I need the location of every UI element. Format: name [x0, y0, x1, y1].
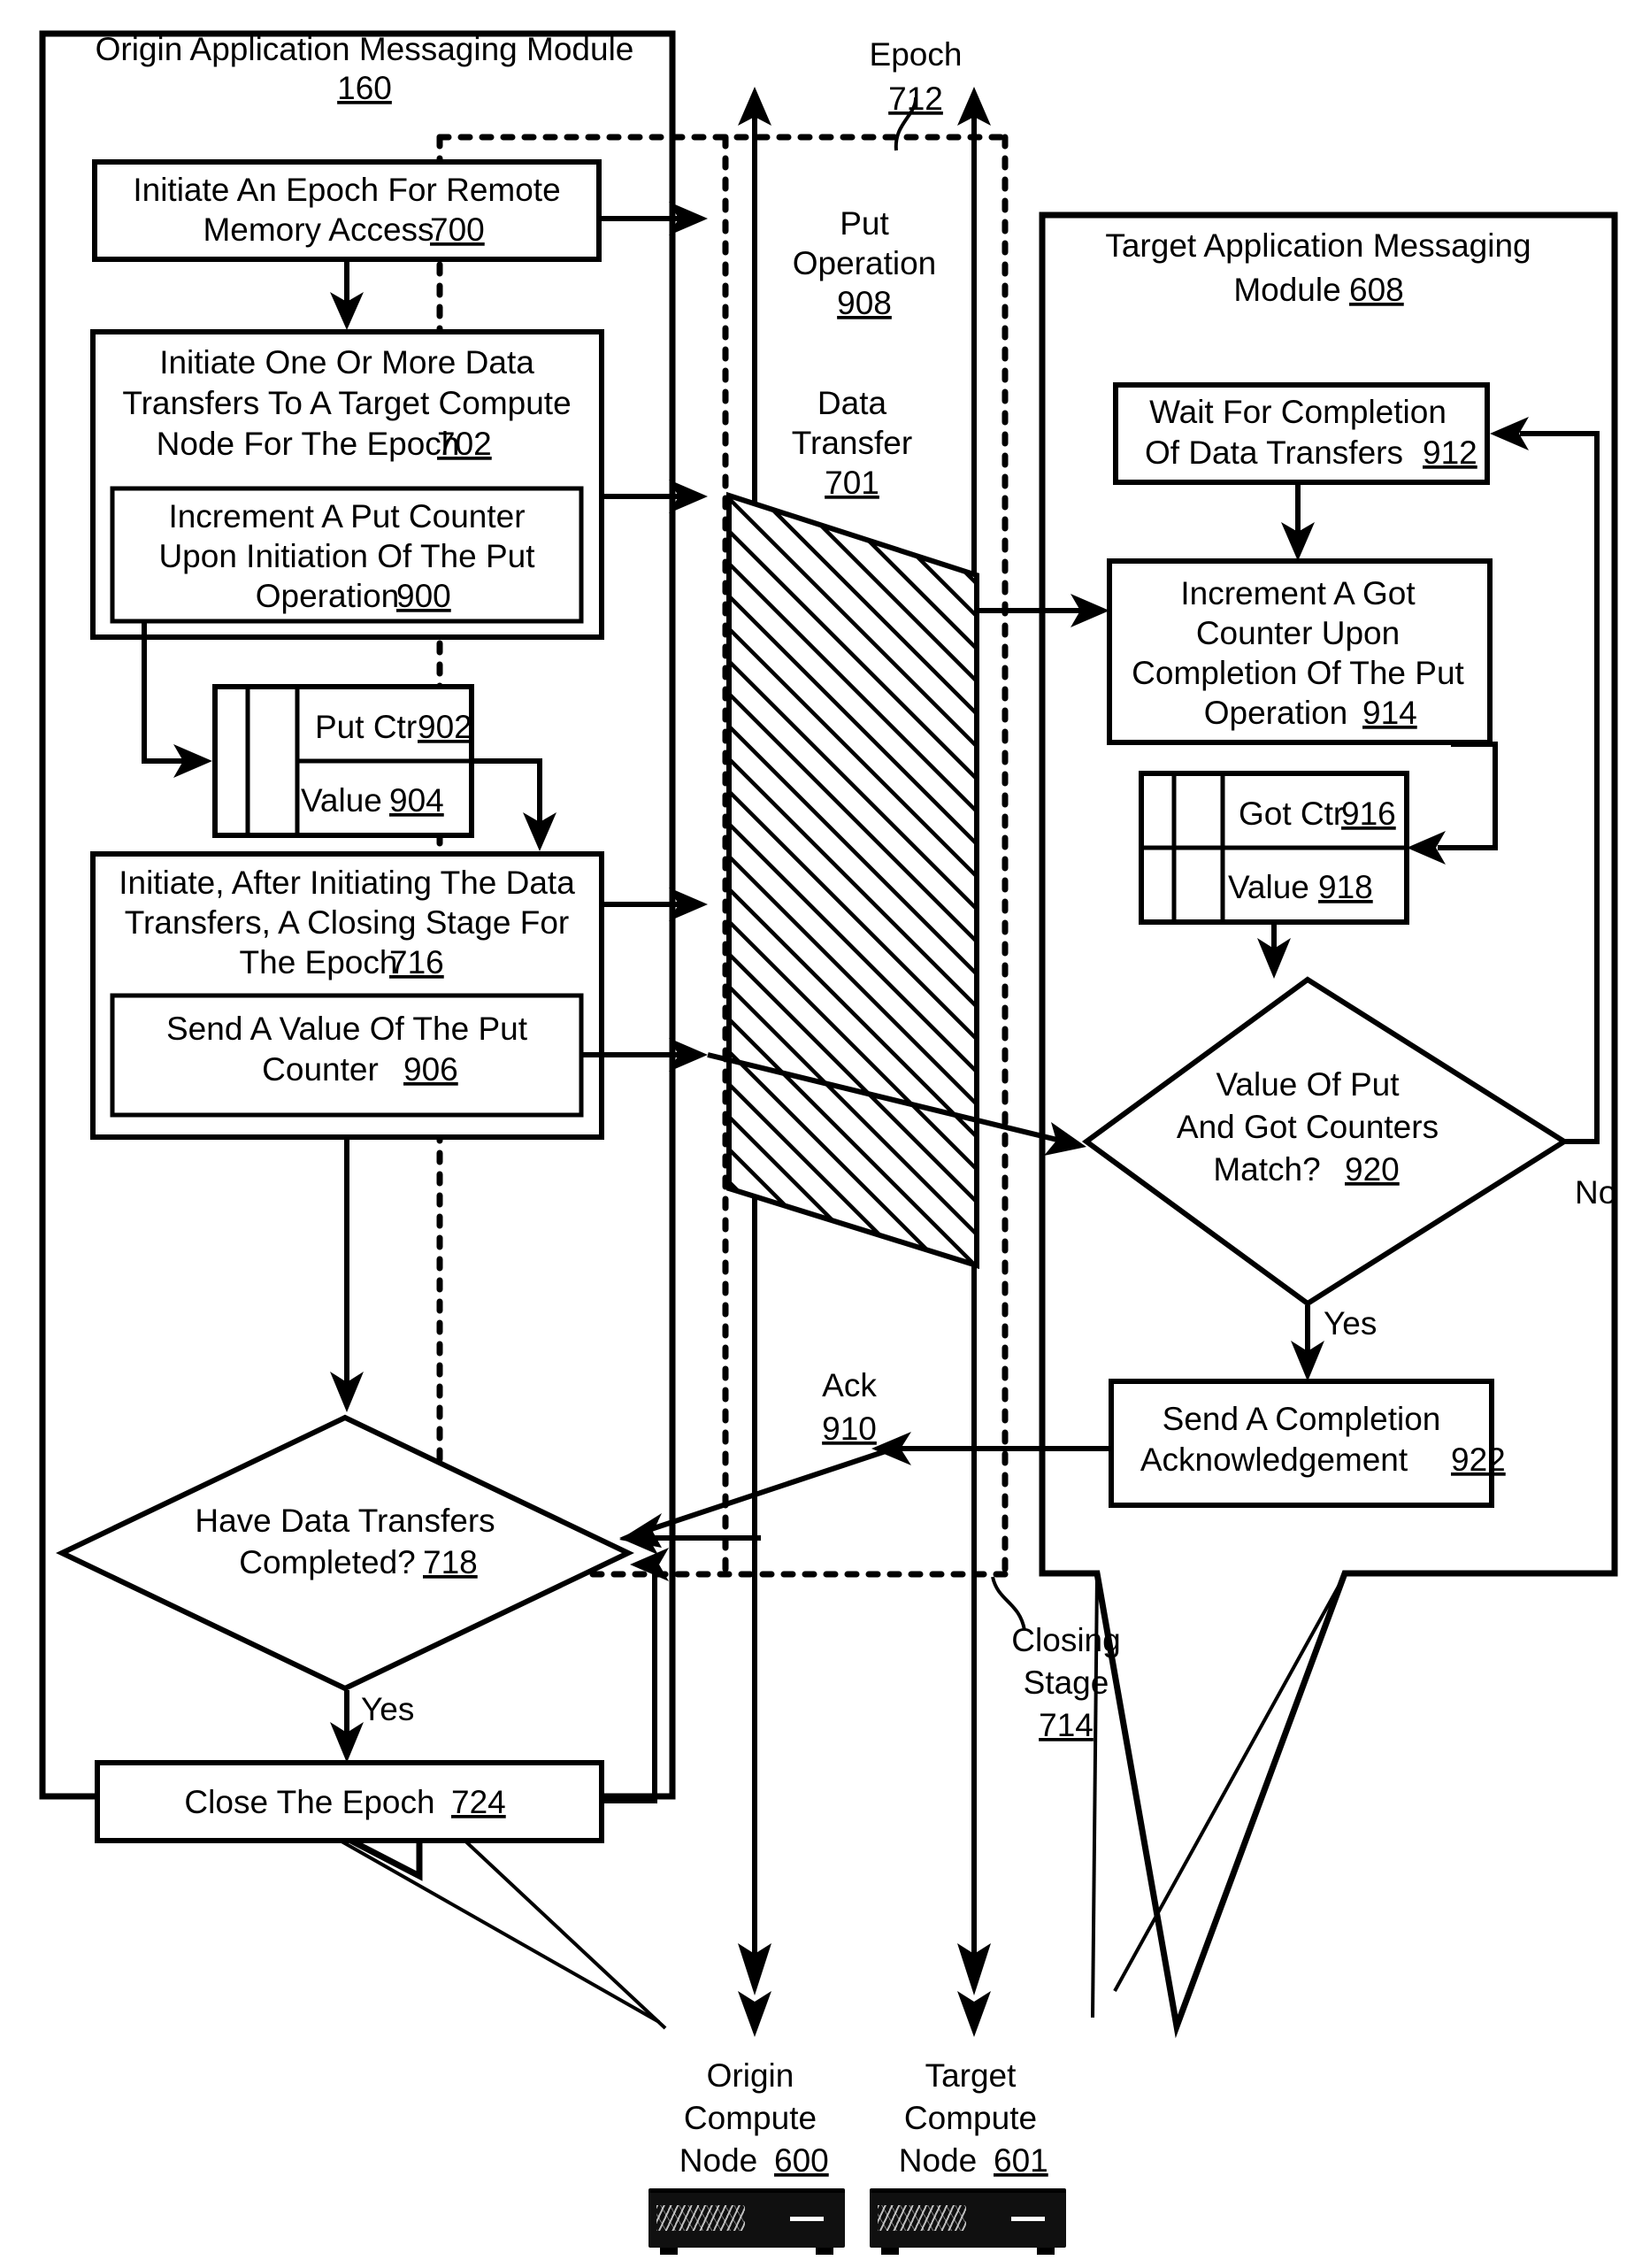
step-718-line1: Have Data Transfers — [195, 1503, 495, 1539]
step-718-ref: 718 — [423, 1544, 478, 1580]
got-ctr-ref: 916 — [1341, 796, 1396, 832]
target-panel-title-ref: 608 — [1349, 272, 1404, 308]
step-900-line2: Upon Initiation Of The Put — [158, 538, 535, 574]
step-900-line3: Operation — [256, 578, 400, 614]
target-node-chassis — [870, 2188, 1066, 2255]
bottom-node-arrows — [738, 1991, 991, 2037]
origin-node-chassis — [648, 2188, 845, 2255]
step-920-line1: Value Of Put — [1216, 1066, 1400, 1103]
target-compute-node-image — [870, 2188, 1066, 2255]
origin-panel-title: Origin Application Messaging Module — [96, 31, 634, 67]
step-700-line2: Memory Access — [203, 211, 434, 248]
step-718-line2: Completed? — [239, 1544, 416, 1580]
step-912-line1: Wait For Completion — [1149, 394, 1447, 430]
target-panel-title-line2: Module — [1233, 272, 1340, 308]
step-700-line1: Initiate An Epoch For Remote — [133, 172, 560, 208]
step-920-line3: Match? — [1213, 1151, 1320, 1188]
put-ctr-ref: 902 — [418, 709, 472, 745]
step-914-line3: Completion Of The Put — [1132, 655, 1464, 691]
step-912-ref: 912 — [1423, 434, 1477, 471]
origin-panel-title-ref: 160 — [337, 70, 392, 106]
ack-label: Ack — [822, 1367, 877, 1403]
origin-compute-node-image — [648, 2188, 845, 2255]
target-node-line3: Node — [899, 2142, 977, 2179]
data-transfer-line1: Data — [817, 385, 887, 421]
origin-node-line1: Origin — [707, 2057, 794, 2094]
step-914-ref: 914 — [1362, 695, 1417, 731]
target-node-slot-icon — [1010, 2217, 1045, 2221]
data-transfer-band — [726, 491, 979, 1270]
target-panel-title-line1: Target Application Messaging — [1105, 227, 1531, 264]
step-724-ref: 724 — [451, 1784, 506, 1820]
origin-node-sheen — [656, 2204, 745, 2232]
step-702-ref: 702 — [437, 426, 492, 462]
data-transfer-line2: Transfer — [792, 425, 912, 461]
patent-figure: Origin Application Messaging Module 160 … — [0, 0, 1650, 2268]
data-transfer-ref: 701 — [825, 465, 879, 501]
step-702-line3: Node For The Epoch — [157, 426, 460, 462]
target-node-ref: 601 — [994, 2142, 1048, 2179]
target-node-foot-left — [881, 2248, 900, 2255]
step-920-no-label: No — [1575, 1174, 1616, 1211]
ack-arrow — [619, 1432, 1095, 1548]
step-716-line3: The Epoch — [240, 944, 398, 980]
origin-node-foot-right — [815, 2248, 833, 2255]
step-718-yes-label: Yes — [361, 1691, 414, 1727]
target-node-line1: Target — [925, 2057, 1017, 2094]
origin-node-slot-icon — [789, 2217, 824, 2221]
step-716-line1: Initiate, After Initiating The Data — [119, 865, 575, 901]
closing-stage-line1: Closing — [1011, 1622, 1120, 1658]
put-operation-line1: Put — [840, 205, 889, 242]
step-920-ref: 920 — [1345, 1151, 1400, 1188]
step-906-line1: Send A Value Of The Put — [166, 1011, 528, 1047]
origin-node-line2: Compute — [684, 2100, 817, 2136]
got-ctr-label: Got Ctr — [1239, 796, 1344, 832]
target-node-sheen — [877, 2204, 966, 2232]
step-716-ref: 716 — [389, 944, 444, 980]
ack-ref: 910 — [822, 1411, 877, 1447]
step-920-line2: And Got Counters — [1177, 1109, 1439, 1145]
origin-node-foot-left — [660, 2248, 679, 2255]
step-716-line2: Transfers, A Closing Stage For — [125, 904, 569, 941]
closing-stage-ref: 714 — [1039, 1707, 1094, 1743]
put-ctr-label: Put Ctr — [315, 709, 417, 745]
epoch-ref: 712 — [888, 81, 943, 117]
step-920-yes-label: Yes — [1324, 1305, 1377, 1342]
step-922-ref: 922 — [1451, 1442, 1506, 1478]
step-702-line1: Initiate One Or More Data — [159, 344, 534, 381]
put-operation-ref: 908 — [837, 285, 892, 321]
put-value-label: Value — [301, 782, 382, 819]
step-914-line2: Counter Upon — [1196, 615, 1400, 651]
step-922-line1: Send A Completion — [1163, 1401, 1441, 1437]
flowchart-svg: Origin Application Messaging Module 160 … — [39, 30, 1618, 2179]
step-922-line2: Acknowledgement — [1140, 1442, 1408, 1478]
step-900-line1: Increment A Put Counter — [168, 498, 525, 534]
step-912-line2: Of Data Transfers — [1145, 434, 1403, 471]
got-value-ref: 918 — [1318, 869, 1373, 905]
epoch-label: Epoch — [870, 36, 963, 73]
origin-node-ref: 600 — [774, 2142, 829, 2179]
step-900-ref: 900 — [396, 578, 451, 614]
step-724-line1: Close The Epoch — [184, 1784, 434, 1820]
target-node-foot-right — [1036, 2248, 1055, 2255]
step-700-ref: 700 — [430, 211, 485, 248]
origin-node-line3: Node — [679, 2142, 757, 2179]
step-914-line4: Operation — [1204, 695, 1348, 731]
step-906-ref: 906 — [403, 1051, 458, 1088]
step-914-line1: Increment A Got — [1180, 575, 1416, 611]
put-value-ref: 904 — [389, 782, 444, 819]
target-node-line2: Compute — [904, 2100, 1037, 2136]
step-702-line2: Transfers To A Target Compute — [122, 385, 571, 421]
put-operation-line2: Operation — [793, 245, 937, 281]
step-906-line2: Counter — [262, 1051, 379, 1088]
closing-stage-line2: Stage — [1024, 1664, 1109, 1701]
got-value-label: Value — [1228, 869, 1309, 905]
